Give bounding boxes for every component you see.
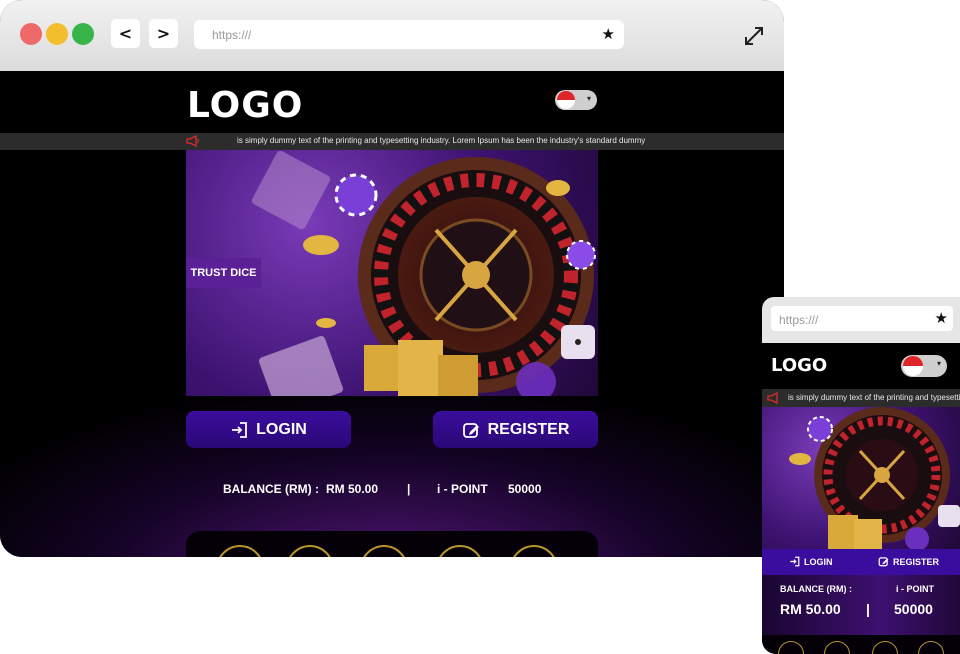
mobile-url-text: https:/// (779, 313, 819, 327)
banner-tag: TRUST DICE (186, 258, 261, 288)
quick-menu-item[interactable] (360, 545, 408, 557)
register-icon (878, 557, 889, 567)
url-text: https:/// (212, 28, 252, 42)
mobile-browser-toolbar: https:/// ★ (762, 297, 960, 343)
desktop-browser-window: < > https:/// ★ LOGO ▾ is simply dummy t… (0, 0, 784, 557)
mobile-points-label: i - POINT (896, 584, 934, 594)
mobile-login-label: LOGIN (804, 556, 833, 567)
points-value: 50000 (508, 482, 542, 496)
mobile-points-value: 50000 (894, 601, 933, 617)
flag-icon (557, 91, 575, 109)
quick-menu-item[interactable] (216, 545, 264, 557)
login-button[interactable]: LOGIN (186, 411, 351, 448)
bookmark-star-icon[interactable]: ★ (935, 309, 948, 327)
mobile-ticker-text: is simply dummy text of the printing and… (788, 393, 960, 402)
mobile-login-button[interactable]: LOGIN (789, 556, 833, 567)
language-selector[interactable]: ▾ (555, 90, 597, 110)
mobile-browser-window: https:/// ★ LOGO ▾ is simply dummy text … (762, 297, 960, 654)
points-label: i - POINT (437, 482, 488, 496)
quick-menu-item[interactable] (918, 641, 944, 654)
balance-value: RM 50.00 (326, 482, 379, 496)
register-label: REGISTER (487, 420, 570, 438)
back-button[interactable]: < (111, 19, 140, 48)
roulette-illustration (789, 407, 960, 549)
megaphone-icon (767, 392, 778, 404)
mobile-hero-banner[interactable] (762, 407, 960, 549)
mobile-announcement-ticker: is simply dummy text of the printing and… (762, 389, 960, 407)
register-button[interactable]: REGISTER (433, 411, 598, 448)
mobile-balance-label: BALANCE (RM) : (780, 584, 852, 594)
mobile-register-button[interactable]: REGISTER (878, 556, 939, 567)
site-logo[interactable]: LOGO (187, 85, 303, 126)
hero-banner[interactable]: TRUST DICE (186, 150, 598, 396)
flag-icon (903, 356, 923, 376)
minimize-dot[interactable] (46, 23, 68, 45)
mobile-address-bar[interactable]: https:/// ★ (771, 306, 953, 331)
browser-toolbar: < > https:/// ★ (0, 0, 784, 71)
chevron-down-icon: ▾ (936, 359, 941, 368)
mobile-register-label: REGISTER (893, 556, 940, 567)
quick-menu-item[interactable] (436, 545, 484, 557)
address-bar[interactable]: https:/// ★ (194, 20, 624, 49)
mobile-site-logo[interactable]: LOGO (771, 355, 827, 376)
mobile-balance-value: RM 50.00 (780, 601, 841, 617)
forward-icon: > (156, 24, 171, 43)
close-dot[interactable] (20, 23, 42, 45)
desktop-page: LOGO ▾ is simply dummy text of the print… (0, 71, 784, 557)
balance-divider: | (407, 482, 411, 496)
ticker-text: is simply dummy text of the printing and… (237, 136, 646, 145)
quick-menu-item[interactable] (824, 641, 850, 654)
maximize-dot[interactable] (72, 23, 94, 45)
login-icon (232, 421, 248, 438)
mobile-balance-divider: | (866, 601, 870, 617)
megaphone-icon (186, 135, 199, 147)
expand-icon[interactable] (742, 24, 766, 48)
chevron-down-icon: ▾ (586, 94, 591, 103)
mobile-language-selector[interactable]: ▾ (901, 355, 947, 377)
mobile-header: LOGO ▾ (762, 343, 960, 389)
mobile-auth-bar: LOGIN REGISTER (762, 549, 960, 575)
forward-button[interactable]: > (149, 19, 178, 48)
quick-menu-item[interactable] (778, 641, 804, 654)
mobile-quick-menu (762, 635, 960, 654)
login-label: LOGIN (256, 420, 307, 438)
mobile-balance-panel: BALANCE (RM) : i - POINT RM 50.00 | 5000… (762, 575, 960, 635)
announcement-ticker: is simply dummy text of the printing and… (0, 133, 784, 150)
bookmark-star-icon[interactable]: ★ (602, 25, 615, 43)
quick-menu-item[interactable] (872, 641, 898, 654)
quick-menu-item[interactable] (510, 545, 558, 557)
quick-menu-panel (186, 531, 598, 557)
quick-menu-item[interactable] (286, 545, 334, 557)
back-icon: < (118, 24, 133, 43)
register-icon (462, 422, 479, 438)
balance-label: BALANCE (RM) : (223, 482, 319, 496)
login-icon (790, 556, 800, 567)
